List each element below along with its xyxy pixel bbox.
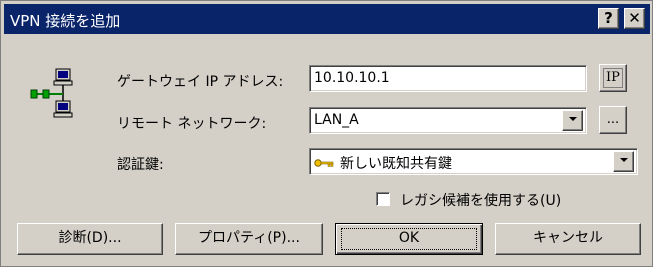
title-bar[interactable]: VPN 接続を追加 ? ✕	[4, 4, 650, 34]
ip-address-button[interactable]: IP	[599, 64, 627, 92]
remote-network-combobox[interactable]: LAN_A	[309, 107, 587, 134]
remote-network-value: LAN_A	[314, 112, 359, 128]
close-button[interactable]: ✕	[624, 8, 645, 29]
remote-network-dropdown-button[interactable]	[562, 110, 583, 131]
gateway-ip-field[interactable]: 10.10.10.1	[309, 65, 587, 92]
help-button[interactable]: ?	[598, 8, 619, 29]
key-icon	[314, 156, 334, 172]
legacy-candidate-label[interactable]: レガシ候補を使用する(U)	[400, 190, 561, 210]
ip-button-label: IP	[603, 68, 623, 88]
properties-button[interactable]: プロパティ(P)...	[175, 223, 323, 255]
vpn-add-dialog: VPN 接続を追加 ? ✕ ゲートウェイ IP アドレス: 10.10.10.1…	[0, 0, 653, 267]
auth-key-label: 認証鍵:	[117, 157, 164, 173]
remote-network-label: リモート ネットワーク:	[117, 116, 267, 132]
ok-button[interactable]: OK	[335, 223, 483, 255]
diagnose-button[interactable]: 診断(D)...	[17, 223, 163, 255]
gateway-ip-label: ゲートウェイ IP アドレス:	[117, 74, 284, 90]
chevron-down-icon	[619, 158, 628, 162]
legacy-candidate-checkbox[interactable]	[376, 192, 390, 206]
auth-key-combobox[interactable]: 新しい既知共有鍵	[309, 148, 638, 175]
cancel-button[interactable]: キャンセル	[495, 223, 641, 255]
auth-key-dropdown-button[interactable]	[613, 151, 634, 172]
auth-key-value: 新しい既知共有鍵	[340, 156, 452, 172]
window-title: VPN 接続を追加	[10, 12, 121, 30]
network-computers-icon	[29, 67, 79, 123]
browse-network-button[interactable]: ...	[599, 106, 627, 134]
ok-label: OK	[398, 230, 420, 246]
chevron-down-icon	[568, 117, 577, 121]
